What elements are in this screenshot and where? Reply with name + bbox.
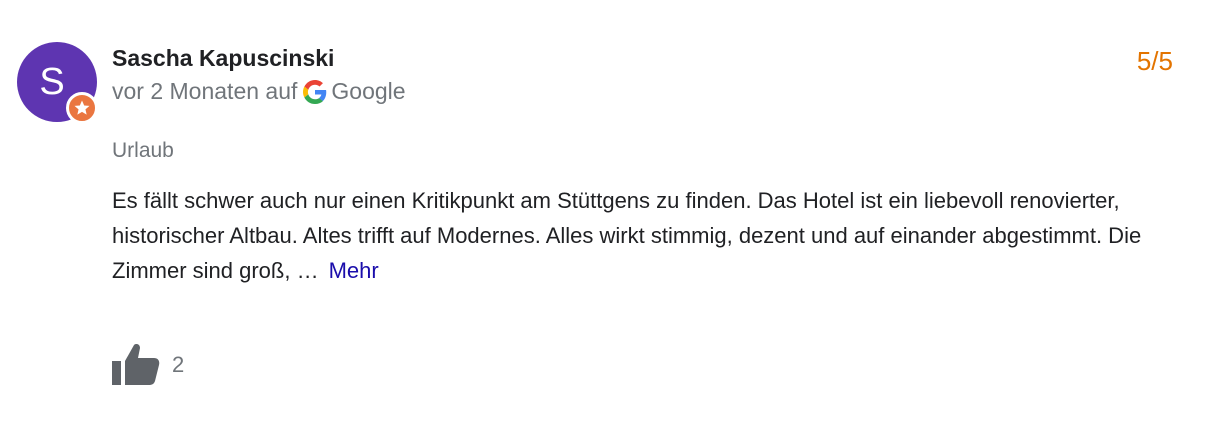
avatar-letter: S: [39, 61, 65, 103]
author-name[interactable]: Sascha Kapuscinski: [112, 45, 334, 72]
thumbs-up-icon[interactable]: [112, 343, 160, 387]
rating-score: 5/5: [1136, 46, 1173, 76]
more-link[interactable]: Mehr: [329, 258, 379, 283]
like-control: 2: [112, 343, 184, 387]
star-icon: [74, 100, 90, 115]
local-guide-badge: [66, 92, 98, 124]
trip-type: Urlaub: [112, 139, 174, 162]
review-card: S Sascha Kapuscinski vor 2 Monaten auf G…: [0, 0, 1228, 437]
google-g-icon: [303, 79, 327, 104]
review-text: Es fällt schwer auch nur einen Kritikpun…: [112, 183, 1182, 288]
review-meta: vor 2 Monaten auf Google: [112, 78, 406, 105]
posted-time: vor 2 Monaten auf: [112, 78, 298, 104]
like-count: 2: [172, 352, 185, 377]
review-body: Es fällt schwer auch nur einen Kritikpun…: [112, 188, 1142, 283]
review-source: Google: [331, 78, 406, 104]
